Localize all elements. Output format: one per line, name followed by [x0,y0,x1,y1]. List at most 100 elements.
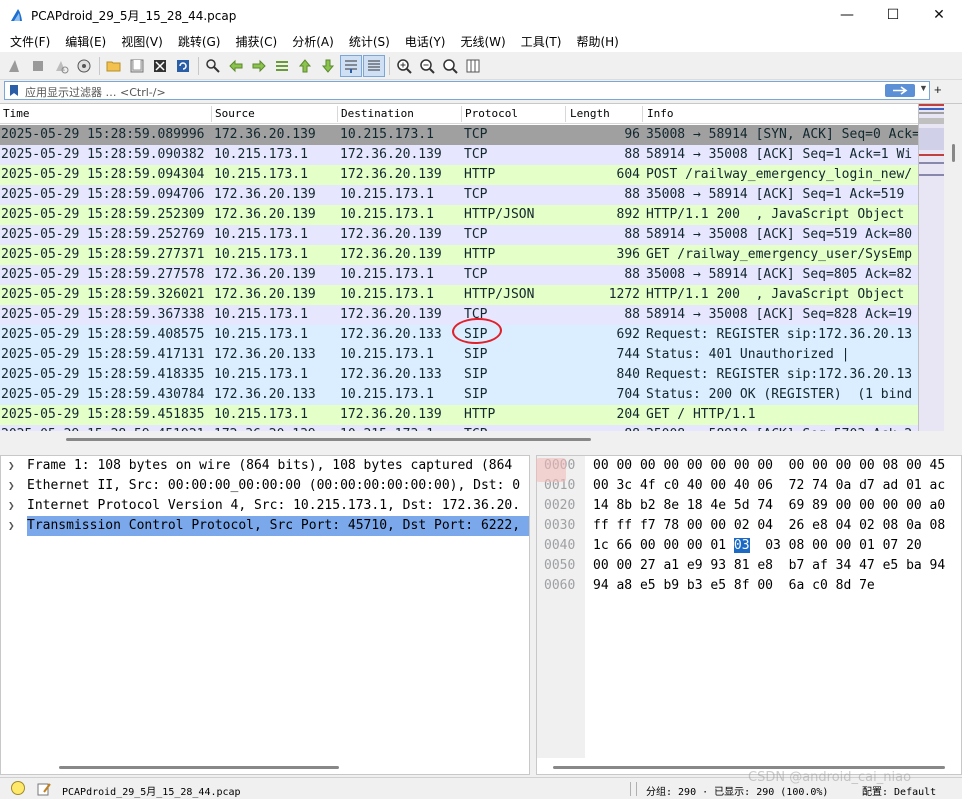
cell-info: Status: 401 Unauthorized | [646,347,850,362]
hex-bytes-row[interactable]: 14 8b b2 8e 18 4e 5d 74 69 89 00 00 00 0… [593,496,945,516]
column-divider[interactable] [565,106,566,122]
hex-selected-byte[interactable]: 03 [733,538,750,553]
edit-comment-icon[interactable] [36,781,52,797]
packet-row[interactable]: 2025-05-29 15:28:59.090382 10.215.173.1 17… [0,145,918,165]
menu-tools[interactable]: 工具(T) [515,33,568,50]
go-back-icon[interactable] [225,55,247,77]
hex-bytes-row[interactable]: 94 a8 e5 b9 b3 e5 8f 00 6a c0 8d 7e [593,576,875,596]
menu-help[interactable]: 帮助(H) [570,33,624,50]
reload-file-icon[interactable] [172,55,194,77]
menu-capture[interactable]: 捕获(C) [229,33,283,50]
display-filter-input[interactable]: 应用显示过滤器 … <Ctrl-/> ▼ [4,81,930,100]
expand-arrow-icon[interactable]: ❯ [8,456,15,476]
cell-time: 2025-05-29 15:28:59.408575 [1,327,205,342]
open-file-icon[interactable] [103,55,125,77]
packet-row[interactable]: 2025-05-29 15:28:59.418335 10.215.173.1 17… [0,365,918,385]
status-file-name: PCAPdroid_29_5月_15_28_44.pcap [62,787,241,798]
colorize-icon[interactable] [363,54,385,77]
find-packet-icon[interactable] [202,55,224,77]
hex-bytes-row[interactable]: 00 00 27 a1 e9 93 81 e8 b7 af 34 47 e5 b… [593,556,945,576]
detail-row-ipv4[interactable]: ❯ Internet Protocol Version 4, Src: 10.21… [1,496,529,516]
hex-bytes: 00 00 00 00 00 00 00 00 00 00 00 00 08 0… [593,458,946,473]
hex-bytes-row[interactable]: 00 3c 4f c0 40 00 40 06 72 74 0a d7 ad 0… [593,476,945,496]
packet-row[interactable]: 2025-05-29 15:28:59.252309 172.36.20.139 1… [0,205,918,225]
cell-time: 2025-05-29 15:28:59.451835 [1,407,205,422]
packet-row[interactable]: 2025-05-29 15:28:59.277371 10.215.173.1 17… [0,245,918,265]
hex-bytes-row[interactable]: 1c 66 00 00 00 01 03 03 08 00 00 01 07 2… [593,536,922,556]
packet-row[interactable]: 2025-05-29 15:28:59.094706 172.36.20.139 1… [0,185,918,205]
menu-statistics[interactable]: 统计(S) [343,33,396,50]
packet-row[interactable]: 2025-05-29 15:28:59.430784 172.36.20.133 1… [0,385,918,405]
packet-row[interactable]: 2025-05-29 15:28:59.252769 10.215.173.1 17… [0,225,918,245]
hex-bytes: ff ff f7 78 00 00 02 04 26 e8 04 02 08 0… [593,518,946,533]
packet-minimap[interactable] [918,104,945,431]
bookmark-icon[interactable] [8,84,20,97]
cell-length: 88 [624,307,640,322]
column-divider[interactable] [461,106,462,122]
resize-columns-icon[interactable] [462,55,484,77]
menu-analyze[interactable]: 分析(A) [286,33,340,50]
stop-capture-icon[interactable] [27,55,49,77]
packet-list-hscroll[interactable] [0,431,962,448]
last-packet-icon[interactable] [317,55,339,77]
cell-length: 204 [616,407,640,422]
column-divider[interactable] [211,106,212,122]
column-header-destination[interactable]: Destination [341,107,414,120]
menu-file[interactable]: 文件(F) [4,33,56,50]
expert-info-icon[interactable] [11,781,25,795]
cell-time: 2025-05-29 15:28:59.367338 [1,307,205,322]
column-header-length[interactable]: Length [570,107,610,120]
packet-row[interactable]: 2025-05-29 15:28:59.277578 172.36.20.139 1… [0,265,918,285]
close-file-icon[interactable] [149,55,171,77]
packet-list-vscroll[interactable] [944,104,962,431]
expand-arrow-icon[interactable]: ❯ [8,476,15,496]
filter-history-dropdown-icon[interactable]: ▼ [919,83,928,93]
packet-row[interactable]: 2025-05-29 15:28:59.451835 10.215.173.1 17… [0,405,918,425]
column-header-protocol[interactable]: Protocol [465,107,518,120]
detail-row-ethernet[interactable]: ❯ Ethernet II, Src: 00:00:00_00:00:00 (00… [1,476,529,496]
packet-row[interactable]: 2025-05-29 15:28:59.089996 172.36.20.139 1… [0,125,918,145]
menu-go[interactable]: 跳转(G) [172,33,227,50]
column-divider[interactable] [337,106,338,122]
packet-row[interactable]: 2025-05-29 15:28:59.094304 10.215.173.1 17… [0,165,918,185]
first-packet-icon[interactable] [294,55,316,77]
status-profile[interactable]: 配置: Default [862,783,936,798]
autoscroll-icon[interactable] [340,54,362,77]
capture-options-icon[interactable] [73,55,95,77]
add-filter-button-icon[interactable]: + [934,82,942,97]
zoom-out-icon[interactable] [416,55,438,77]
menu-view[interactable]: 视图(V) [115,33,169,50]
details-hscroll[interactable] [1,758,529,774]
detail-row-tcp[interactable]: ❯ Transmission Control Protocol, Src Port… [1,516,529,536]
column-divider[interactable] [642,106,643,122]
column-header-time[interactable]: Time [3,107,30,120]
cell-length: 96 [624,127,640,142]
cell-time: 2025-05-29 15:28:59.430784 [1,387,205,402]
save-file-icon[interactable] [126,55,148,77]
close-button[interactable]: ✕ [916,0,962,30]
zoom-in-icon[interactable] [393,55,415,77]
expand-arrow-icon[interactable]: ❯ [8,516,15,536]
column-header-source[interactable]: Source [215,107,255,120]
hex-bytes-row[interactable]: ff ff f7 78 00 00 02 04 26 e8 04 02 08 0… [593,516,945,536]
menu-wireless[interactable]: 无线(W) [455,33,512,50]
maximize-button[interactable]: ☐ [870,0,916,30]
pane-splitter[interactable] [0,447,962,455]
cell-destination: 10.215.173.1 [340,207,434,222]
go-forward-icon[interactable] [248,55,270,77]
detail-row-frame[interactable]: ❯ Frame 1: 108 bytes on wire (864 bits), … [1,456,529,476]
expand-arrow-icon[interactable]: ❯ [8,496,15,516]
start-capture-icon[interactable] [4,55,26,77]
column-header-info[interactable]: Info [647,107,674,120]
minimize-button[interactable]: — [824,0,870,30]
menu-telephony[interactable]: 电话(Y) [399,33,452,50]
hex-bytes-row[interactable]: 00 00 00 00 00 00 00 00 00 00 00 00 08 0… [593,456,945,476]
apply-filter-arrow-icon[interactable] [885,84,915,97]
go-to-packet-icon[interactable] [271,55,293,77]
cell-protocol: SIP [464,367,488,382]
packet-row[interactable]: 2025-05-29 15:28:59.417131 172.36.20.133 1… [0,345,918,365]
restart-capture-icon[interactable] [50,55,72,77]
menu-edit[interactable]: 编辑(E) [59,33,112,50]
normal-size-icon[interactable] [439,55,461,77]
packet-row[interactable]: 2025-05-29 15:28:59.326021 172.36.20.139 1… [0,285,918,305]
